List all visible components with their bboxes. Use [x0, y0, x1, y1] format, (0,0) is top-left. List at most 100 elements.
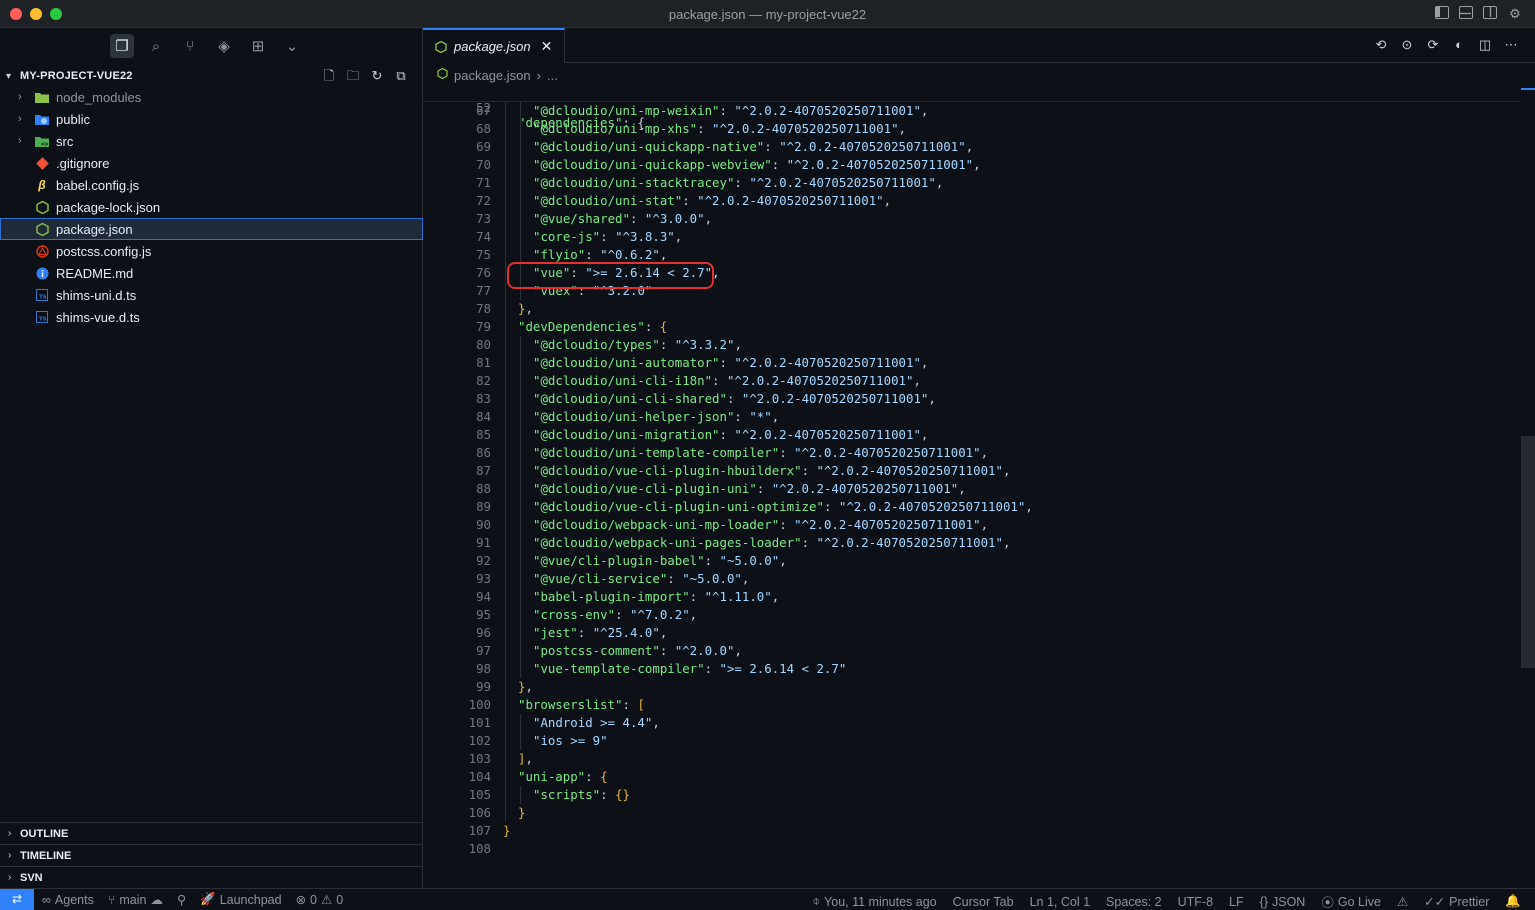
collapse-all-icon[interactable]: ⧉: [393, 68, 409, 84]
sticky-scroll-line[interactable]: 52 "dependencies": {: [423, 84, 1519, 130]
vertical-scrollbar[interactable]: [1521, 84, 1535, 888]
code-line[interactable]: 68 "@dcloudio/uni-mp-xhs": "^2.0.2-407052…: [423, 120, 1519, 138]
code-line[interactable]: 72 "@dcloudio/uni-stat": "^2.0.2-40705202…: [423, 192, 1519, 210]
scrollbar-thumb[interactable]: [1521, 436, 1535, 668]
source-control-icon[interactable]: ⑂: [178, 34, 202, 58]
alert-item[interactable]: ⚠: [1397, 894, 1408, 909]
code-line[interactable]: 106}: [423, 804, 1519, 822]
tree-item-readme[interactable]: README.md: [0, 262, 423, 284]
settings-gear-icon[interactable]: ⚙: [1507, 6, 1523, 22]
code-line[interactable]: 82 "@dcloudio/uni-cli-i18n": "^2.0.2-4070…: [423, 372, 1519, 390]
breadcrumb-file[interactable]: package.json: [454, 68, 531, 83]
prettier-item[interactable]: ✓✓ Prettier: [1424, 894, 1489, 910]
toggle-primary-sidebar-icon[interactable]: [1435, 6, 1449, 19]
timeline-section[interactable]: › TIMELINE: [0, 844, 423, 866]
close-icon[interactable]: ✕: [541, 38, 553, 55]
toggle-panel-icon[interactable]: [1459, 6, 1473, 19]
new-folder-icon[interactable]: 🗀: [345, 68, 361, 84]
tab-package-json[interactable]: package.json ✕: [423, 28, 565, 63]
code-line[interactable]: 107}: [423, 822, 1519, 840]
problems-item[interactable]: ⊗ 0 ⚠ 0: [296, 892, 344, 908]
go-live-item[interactable]: ⦿ Go Live: [1321, 892, 1381, 910]
agents-item[interactable]: ∞ Agents: [42, 893, 94, 907]
go-forward-icon[interactable]: ⟳: [1425, 37, 1441, 53]
chevron-down-icon[interactable]: ⌄: [280, 34, 304, 58]
refresh-icon[interactable]: ↻: [369, 68, 385, 84]
code-line[interactable]: 67 "@dcloudio/uni-mp-weixin": "^2.0.2-407…: [423, 102, 1519, 120]
eol-item[interactable]: LF: [1229, 895, 1244, 909]
code-line[interactable]: 71 "@dcloudio/uni-stacktracey": "^2.0.2-4…: [423, 174, 1519, 192]
code-line[interactable]: 78},: [423, 300, 1519, 318]
blame-item[interactable]: ⌽ You, 11 minutes ago: [813, 894, 937, 909]
code-line[interactable]: 94 "babel-plugin-import": "^1.11.0",: [423, 588, 1519, 606]
tree-item-node-modules[interactable]: › node_modules: [0, 86, 423, 108]
code-line[interactable]: 108: [423, 840, 1519, 858]
code-line[interactable]: 92 "@vue/cli-plugin-babel": "~5.0.0",: [423, 552, 1519, 570]
tree-item-babel-config[interactable]: β babel.config.js: [0, 174, 423, 196]
go-back-icon[interactable]: ⟲: [1373, 37, 1389, 53]
code-line[interactable]: 104 "uni-app": {: [423, 768, 1519, 786]
breadcrumb-more[interactable]: ...: [547, 68, 558, 83]
outline-section[interactable]: › OUTLINE: [0, 822, 423, 844]
toggle-secondary-sidebar-icon[interactable]: [1483, 6, 1497, 19]
code-line[interactable]: 79 "devDependencies": {: [423, 318, 1519, 336]
split-editor-icon[interactable]: ◫: [1477, 37, 1493, 53]
code-line[interactable]: 98 "vue-template-compiler": ">= 2.6.14 < …: [423, 660, 1519, 678]
explorer-section-header[interactable]: ▾ MY-PROJECT-VUE22 🗋 🗀 ↻ ⧉: [0, 66, 423, 86]
code-line[interactable]: 89 "@dcloudio/vue-cli-plugin-uni-optimize…: [423, 498, 1519, 516]
code-line[interactable]: 96 "jest": "^25.4.0",: [423, 624, 1519, 642]
notifications-bell-icon[interactable]: 🔔: [1505, 894, 1521, 909]
code-line[interactable]: 99},: [423, 678, 1519, 696]
code-line[interactable]: 90 "@dcloudio/webpack-uni-mp-loader": "^2…: [423, 516, 1519, 534]
tree-item-shims-vue[interactable]: TS shims-vue.d.ts: [0, 306, 423, 328]
indent-guide: [505, 192, 506, 210]
code-line[interactable]: 74 "core-js": "^3.8.3",: [423, 228, 1519, 246]
tree-item-src[interactable]: › <> src: [0, 130, 423, 152]
code-line[interactable]: 70 "@dcloudio/uni-quickapp-webview": "^2.…: [423, 156, 1519, 174]
code-line[interactable]: 101 "Android >= 4.4",: [423, 714, 1519, 732]
encoding-item[interactable]: UTF-8: [1178, 895, 1213, 909]
code-line[interactable]: 95 "cross-env": "^7.0.2",: [423, 606, 1519, 624]
code-line[interactable]: 88 "@dcloudio/vue-cli-plugin-uni": "^2.0.…: [423, 480, 1519, 498]
tree-item-package-json[interactable]: package.json: [0, 218, 423, 240]
package-icon[interactable]: ◈: [212, 34, 236, 58]
tree-item-shims-uni[interactable]: TS shims-uni.d.ts: [0, 284, 423, 306]
extensions-icon[interactable]: ⊞: [246, 34, 270, 58]
code-line[interactable]: 80 "@dcloudio/types": "^3.3.2",: [423, 336, 1519, 354]
code-line[interactable]: 83 "@dcloudio/uni-cli-shared": "^2.0.2-40…: [423, 390, 1519, 408]
explorer-files-icon[interactable]: ❐: [110, 34, 134, 58]
new-file-icon[interactable]: 🗋: [321, 68, 337, 84]
code-line[interactable]: 91 "@dcloudio/webpack-uni-pages-loader": …: [423, 534, 1519, 552]
more-actions-icon[interactable]: ⋯: [1503, 37, 1519, 53]
code-line[interactable]: 87 "@dcloudio/vue-cli-plugin-hbuilderx": …: [423, 462, 1519, 480]
open-changes-icon[interactable]: ◐: [1451, 37, 1467, 53]
debug-item[interactable]: ⚲: [177, 892, 186, 907]
cursor-position-item[interactable]: Ln 1, Col 1: [1030, 895, 1090, 909]
code-line[interactable]: 81 "@dcloudio/uni-automator": "^2.0.2-407…: [423, 354, 1519, 372]
code-line[interactable]: 102 "ios >= 9": [423, 732, 1519, 750]
code-line[interactable]: 105 "scripts": {}: [423, 786, 1519, 804]
code-line[interactable]: 69 "@dcloudio/uni-quickapp-native": "^2.0…: [423, 138, 1519, 156]
tree-item-postcss-config[interactable]: postcss.config.js: [0, 240, 423, 262]
code-line[interactable]: 86 "@dcloudio/uni-template-compiler": "^2…: [423, 444, 1519, 462]
cursor-tab-item[interactable]: Cursor Tab: [953, 895, 1014, 909]
search-icon[interactable]: ⌕: [144, 34, 168, 58]
code-line[interactable]: 103],: [423, 750, 1519, 768]
remote-indicator-icon[interactable]: ⇄: [0, 889, 34, 910]
tree-item-gitignore[interactable]: .gitignore: [0, 152, 423, 174]
branch-item[interactable]: ⑂ main ☁: [108, 892, 163, 908]
language-mode-item[interactable]: {} JSON: [1260, 895, 1306, 909]
code-line[interactable]: 93 "@vue/cli-service": "~5.0.0",: [423, 570, 1519, 588]
tree-item-package-lock[interactable]: package-lock.json: [0, 196, 423, 218]
launchpad-item[interactable]: 🚀 Launchpad: [200, 892, 281, 907]
svn-section[interactable]: › SVN: [0, 866, 423, 888]
tree-item-public[interactable]: › public: [0, 108, 423, 130]
code-line[interactable]: 73 "@vue/shared": "^3.0.0",: [423, 210, 1519, 228]
code-line[interactable]: 97 "postcss-comment": "^2.0.0",: [423, 642, 1519, 660]
indentation-item[interactable]: Spaces: 2: [1106, 895, 1162, 909]
code-line[interactable]: 100 "browserslist": [: [423, 696, 1519, 714]
code-view[interactable]: 52 "dependencies": { 67 "@dcloudio/uni-mp…: [423, 84, 1519, 858]
code-line[interactable]: 84 "@dcloudio/uni-helper-json": "*",: [423, 408, 1519, 426]
commit-icon[interactable]: ⊙: [1399, 37, 1415, 53]
code-line[interactable]: 85 "@dcloudio/uni-migration": "^2.0.2-407…: [423, 426, 1519, 444]
